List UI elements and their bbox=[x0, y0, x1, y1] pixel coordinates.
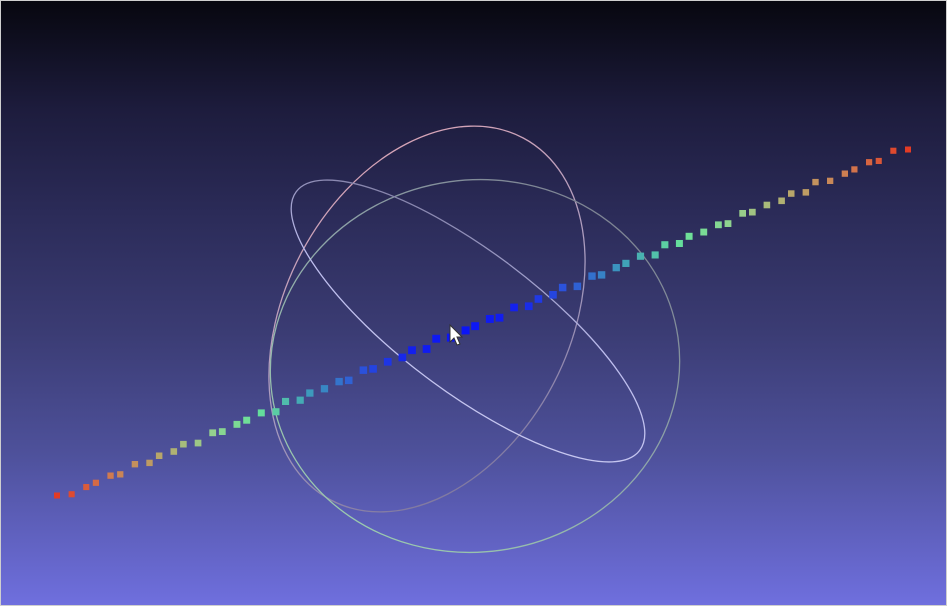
point-marker bbox=[651, 251, 659, 259]
point-marker bbox=[369, 365, 377, 373]
trackball-ring-lavender[interactable] bbox=[254, 136, 682, 507]
point-marker bbox=[597, 271, 606, 279]
point-marker bbox=[685, 232, 693, 240]
scene-canvas[interactable] bbox=[1, 1, 946, 605]
point-marker bbox=[573, 282, 582, 291]
point-marker bbox=[495, 313, 504, 322]
point-marker bbox=[107, 472, 114, 479]
point-marker bbox=[408, 346, 416, 355]
point-marker bbox=[383, 357, 392, 366]
point-marker bbox=[398, 353, 407, 362]
3d-viewport[interactable] bbox=[1, 1, 946, 605]
point-marker bbox=[827, 177, 834, 184]
point-marker bbox=[890, 147, 897, 154]
point-marker bbox=[558, 283, 567, 292]
point-marker bbox=[700, 228, 708, 236]
point-marker bbox=[749, 208, 756, 216]
point-marker bbox=[485, 315, 494, 323]
point-marker bbox=[117, 471, 124, 478]
point-marker bbox=[345, 376, 353, 385]
point-marker bbox=[233, 420, 241, 428]
point-marker bbox=[524, 302, 533, 311]
point-marker bbox=[257, 409, 265, 417]
point-marker bbox=[905, 146, 911, 153]
point-marker bbox=[471, 322, 480, 331]
point-marker bbox=[194, 439, 202, 447]
point-marker bbox=[622, 259, 630, 267]
point-marker bbox=[54, 492, 60, 499]
point-marker bbox=[812, 178, 819, 186]
point-marker bbox=[534, 295, 543, 303]
point-marker bbox=[549, 291, 557, 299]
point-marker bbox=[612, 264, 620, 272]
point-marker bbox=[739, 210, 746, 217]
point-marker bbox=[218, 428, 226, 435]
trackball-gizmo[interactable] bbox=[205, 71, 704, 578]
arrow-cursor-icon bbox=[449, 323, 464, 346]
point-marker bbox=[875, 157, 882, 164]
point-marker bbox=[359, 366, 368, 374]
point-marker bbox=[788, 190, 795, 197]
point-marker bbox=[243, 416, 251, 424]
point-marker bbox=[763, 201, 771, 209]
point-marker bbox=[778, 197, 785, 205]
point-marker bbox=[306, 389, 314, 397]
point-marker bbox=[802, 189, 810, 196]
point-marker bbox=[131, 461, 139, 468]
point-marker bbox=[841, 170, 848, 177]
point-marker bbox=[296, 396, 304, 404]
point-marker bbox=[422, 345, 431, 353]
point-marker bbox=[92, 479, 99, 486]
point-marker bbox=[715, 221, 722, 229]
trackball-ring-pink[interactable] bbox=[205, 71, 648, 566]
point-cloud bbox=[54, 146, 911, 499]
point-marker bbox=[588, 272, 596, 280]
point-marker bbox=[510, 303, 518, 312]
point-marker bbox=[675, 240, 683, 247]
point-marker bbox=[335, 377, 343, 386]
point-marker bbox=[272, 408, 280, 416]
point-marker bbox=[636, 252, 645, 260]
point-marker bbox=[320, 385, 329, 393]
point-marker bbox=[661, 241, 669, 249]
trackball-ring-green[interactable] bbox=[246, 153, 704, 578]
point-marker bbox=[209, 429, 217, 437]
point-marker bbox=[851, 166, 858, 173]
point-marker bbox=[282, 397, 290, 405]
point-marker bbox=[866, 159, 873, 166]
point-marker bbox=[68, 491, 75, 498]
point-marker bbox=[146, 459, 153, 467]
point-marker bbox=[724, 220, 732, 227]
point-marker bbox=[461, 326, 470, 335]
point-marker bbox=[180, 440, 187, 448]
point-marker bbox=[432, 334, 441, 343]
point-marker bbox=[170, 448, 178, 455]
point-marker bbox=[155, 452, 163, 459]
point-marker bbox=[83, 484, 90, 491]
